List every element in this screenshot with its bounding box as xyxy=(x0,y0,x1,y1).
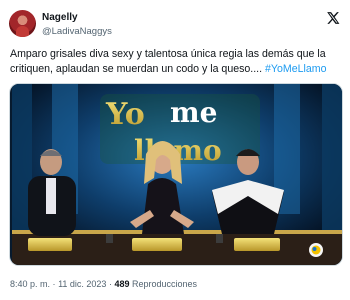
judge-plate-right xyxy=(234,238,280,251)
author-display-name[interactable]: Nagelly xyxy=(42,12,78,23)
x-logo-icon[interactable] xyxy=(326,11,340,25)
meta-separator: · xyxy=(52,279,56,289)
show-title-top: Yo xyxy=(105,97,145,132)
views-label: Reproducciones xyxy=(132,279,198,289)
judge-plate-left xyxy=(28,238,72,251)
caracol-logo-icon xyxy=(309,243,323,257)
author-handle[interactable]: @LadivaNaggys xyxy=(42,26,112,37)
tweet-text: Amparo grisales diva sexy y talentosa ún… xyxy=(10,47,342,76)
tv-show-scene: Yo me llamo xyxy=(12,84,342,265)
avatar[interactable] xyxy=(9,10,36,37)
show-title-mid: me xyxy=(170,96,217,129)
tweet-media-image[interactable]: Yo me llamo xyxy=(9,83,343,266)
tweet-time[interactable]: 8:40 p. m. xyxy=(10,279,50,289)
views-count: 489 xyxy=(114,279,130,289)
tweet-card[interactable]: Nagelly @LadivaNaggys Amparo grisales di… xyxy=(0,0,350,300)
meta-separator: · xyxy=(108,279,112,289)
tweet-meta: 8:40 p. m. · 11 dic. 2023 · 489 Reproduc… xyxy=(10,279,197,289)
judge-plate-middle xyxy=(132,238,182,251)
hashtag-link[interactable]: #YoMeLlamo xyxy=(265,63,326,75)
tweet-date[interactable]: 11 dic. 2023 xyxy=(58,279,106,289)
